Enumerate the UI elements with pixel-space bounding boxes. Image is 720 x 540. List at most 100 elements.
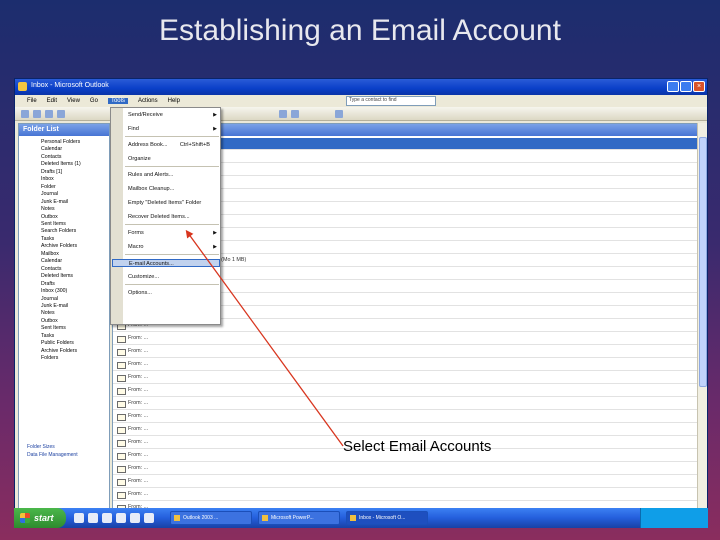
folder-item[interactable]: Junk E-mail [41, 303, 109, 310]
new-icon[interactable] [21, 110, 29, 118]
table-row[interactable]: From: ... [113, 359, 699, 371]
close-icon[interactable]: × [693, 81, 705, 92]
folder-item[interactable]: Public Folders [41, 340, 109, 347]
menu-item[interactable]: Address Book... Ctrl+Shift+B [124, 141, 220, 149]
task-item[interactable]: Microsoft PowerP... [258, 511, 340, 525]
folder-item[interactable]: Tasks [41, 236, 109, 243]
tools-menu: Send/Receive ▶ Find ▶ Address Book... Ctrl+Sh… [110, 107, 221, 325]
folder-sizes-link[interactable]: Folder Sizes [27, 444, 55, 450]
send-receive-icon[interactable] [279, 110, 287, 118]
table-row[interactable]: From: ... [113, 333, 699, 345]
menu-item[interactable]: Find ▶ [124, 125, 220, 133]
table-row[interactable]: From: ... [113, 372, 699, 384]
table-row[interactable]: From: ... [113, 346, 699, 358]
table-row[interactable]: From: ... [113, 385, 699, 397]
submenu-arrow-icon: ▶ [213, 126, 217, 132]
start-button[interactable]: start [14, 508, 66, 528]
menu-item[interactable]: Forms ▶ [124, 229, 220, 237]
menu-separator [125, 224, 219, 225]
menu-icon-strip [111, 108, 123, 324]
menu-item[interactable]: Empty "Deleted Items" Folder [124, 199, 220, 207]
desktop-icon[interactable] [88, 513, 98, 523]
table-row[interactable]: From: ... [113, 398, 699, 410]
address-book-icon[interactable] [335, 110, 343, 118]
system-tray [640, 508, 708, 528]
folder-item[interactable]: Notes [41, 310, 109, 317]
folder-item[interactable]: Tasks [41, 333, 109, 340]
slide-title: Establishing an Email Account [159, 14, 561, 47]
folder-item[interactable]: Search Folders [41, 228, 109, 235]
menu-tools[interactable]: Tools [107, 98, 128, 104]
word-quick-icon[interactable] [130, 513, 140, 523]
folder-item[interactable]: Archive Folders [41, 243, 109, 250]
print-icon[interactable] [33, 110, 41, 118]
menu-go[interactable]: Go [90, 98, 98, 104]
menu-item[interactable]: Send/Receive ▶ [124, 111, 220, 119]
menu-item[interactable]: Recover Deleted Items... [124, 213, 220, 221]
menu-actions[interactable]: Actions [138, 98, 158, 104]
folder-item[interactable]: Deleted Items (1) [41, 161, 109, 168]
task-item[interactable]: Inbox - Microsoft O... [346, 511, 428, 525]
folder-item[interactable]: Personal Folders [41, 139, 109, 146]
outlook-quick-icon[interactable] [116, 513, 126, 523]
ie-icon[interactable] [74, 513, 84, 523]
table-row[interactable]: From: ... [113, 424, 699, 436]
move-icon[interactable] [45, 110, 53, 118]
task-item[interactable]: Outlook 2003 ... [170, 511, 252, 525]
folder-item[interactable]: Sent Items [41, 221, 109, 228]
menu-file[interactable]: File [27, 98, 37, 104]
submenu-arrow-icon: ▶ [213, 230, 217, 236]
media-icon[interactable] [102, 513, 112, 523]
menu-item[interactable]: Rules and Alerts... [124, 171, 220, 179]
maximize-icon[interactable] [680, 81, 692, 92]
folder-item[interactable]: Junk E-mail [41, 199, 109, 206]
menu-edit[interactable]: Edit [47, 98, 57, 104]
table-row[interactable]: From: ... [113, 489, 699, 501]
taskbar: start Outlook 2003 ... Microsoft PowerP.… [14, 508, 708, 528]
folder-item[interactable]: Sent Items [41, 325, 109, 332]
folder-item[interactable]: Folder [41, 184, 109, 191]
find-icon[interactable] [291, 110, 299, 118]
menu-item[interactable]: Mailbox Cleanup... [124, 185, 220, 193]
folder-item[interactable]: Mailbox [41, 251, 109, 258]
menu-item-label: Mailbox Cleanup... [128, 186, 175, 192]
folder-item[interactable]: Deleted Items [41, 273, 109, 280]
minimize-icon[interactable] [667, 81, 679, 92]
folder-item[interactable]: Journal [41, 191, 109, 198]
folder-item[interactable]: Calendar [41, 258, 109, 265]
folder-item[interactable]: Contacts [41, 154, 109, 161]
folder-item[interactable]: Journal [41, 296, 109, 303]
folder-item[interactable]: Inbox [41, 176, 109, 183]
app-quick-icon[interactable] [144, 513, 154, 523]
contact-search-input[interactable]: Type a contact to find [346, 96, 436, 106]
submenu-arrow-icon: ▶ [213, 112, 217, 118]
menu-item[interactable]: Options... [124, 289, 220, 297]
menu-item-label: Address Book... [128, 142, 168, 148]
folder-item[interactable]: Inbox (300) [41, 288, 109, 295]
menu-item[interactable]: Macro ▶ [124, 243, 220, 251]
scrollbar-thumb[interactable] [699, 137, 707, 387]
folder-item[interactable]: Outbox [41, 214, 109, 221]
folder-item[interactable]: Archive Folders [41, 348, 109, 355]
folder-item[interactable]: Calendar [41, 146, 109, 153]
folder-item[interactable]: Folders [41, 355, 109, 362]
menu-view[interactable]: View [67, 98, 80, 104]
table-row[interactable]: From: ... [113, 411, 699, 423]
menu-help[interactable]: Help [168, 98, 180, 104]
menu-item[interactable]: Customize... [124, 273, 220, 281]
table-row[interactable]: From: ... [113, 476, 699, 488]
table-row[interactable]: From: ... [113, 463, 699, 475]
folder-item[interactable]: Outbox [41, 318, 109, 325]
menu-item[interactable]: E-mail Accounts... [112, 259, 220, 267]
menu-item-label: Macro [128, 244, 144, 250]
data-file-management-link[interactable]: Data File Management [27, 452, 78, 458]
folder-item[interactable]: Drafts [41, 281, 109, 288]
folder-item[interactable]: Contacts [41, 266, 109, 273]
folder-item[interactable]: Notes [41, 206, 109, 213]
menu-separator [125, 166, 219, 167]
message-list-scrollbar[interactable] [697, 123, 707, 523]
window-titlebar[interactable]: Inbox - Microsoft Outlook × [15, 79, 707, 95]
menu-item[interactable]: Organize [124, 155, 220, 163]
folder-item[interactable]: Drafts [1] [41, 169, 109, 176]
delete-icon[interactable] [57, 110, 65, 118]
